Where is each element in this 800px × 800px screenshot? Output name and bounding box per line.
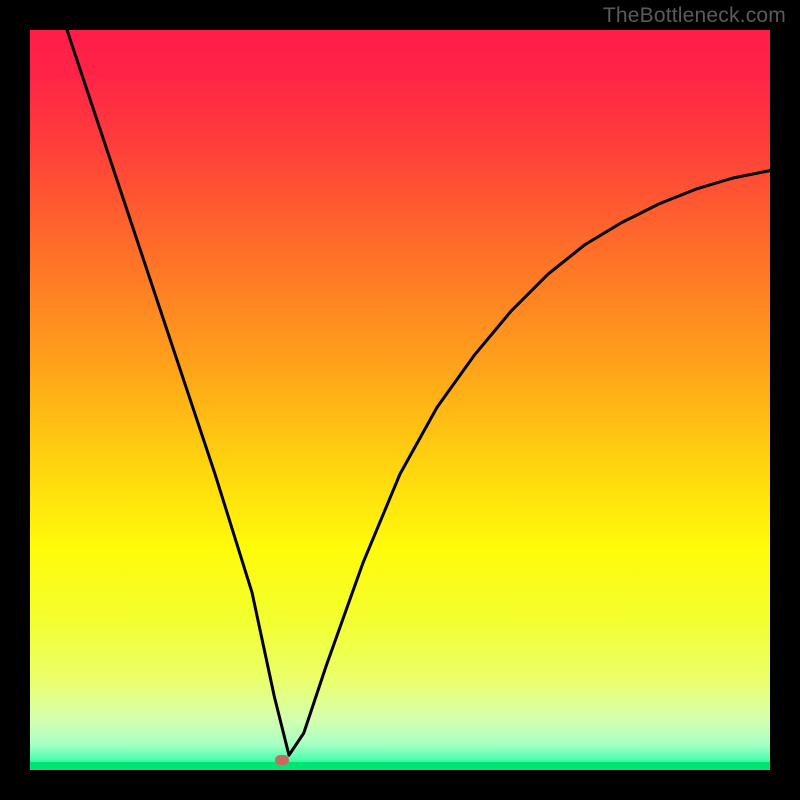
curve-layer <box>30 30 770 770</box>
plot-area <box>30 30 770 770</box>
minimum-marker <box>275 755 289 765</box>
chart-frame: TheBottleneck.com <box>0 0 800 800</box>
bottleneck-curve-path <box>67 30 770 755</box>
watermark-text: TheBottleneck.com <box>603 4 786 28</box>
